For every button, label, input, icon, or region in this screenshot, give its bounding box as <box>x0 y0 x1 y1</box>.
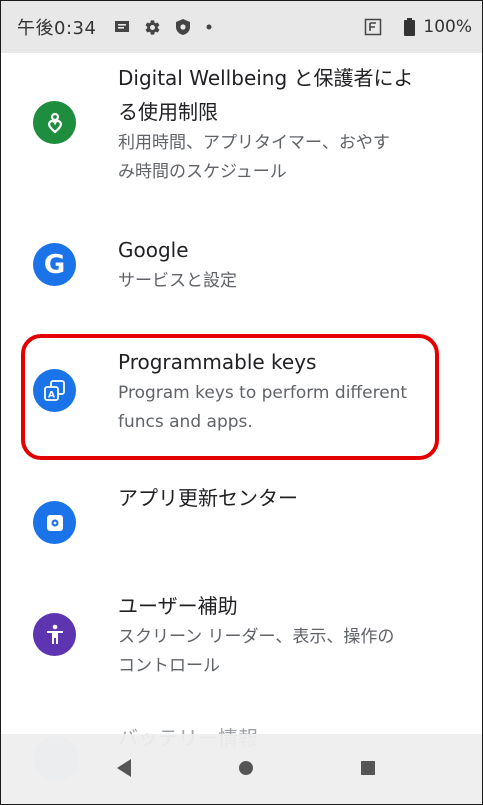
back-icon <box>115 758 133 782</box>
setting-summary: Program keys to perform different <box>118 383 408 403</box>
dot-icon <box>205 23 213 31</box>
setting-title: アプリ更新センター <box>118 486 298 510</box>
setting-title: Digital Wellbeing と保護者によ <box>118 66 414 90</box>
recents-icon <box>360 760 376 780</box>
setting-summary: サービスと設定 <box>118 271 237 291</box>
programmable-keys-icon: A <box>33 369 76 412</box>
wellbeing-icon <box>33 101 76 144</box>
setting-digital-wellbeing[interactable]: Digital Wellbeing と保護者によ る使用制限 利用時間、アプリタ… <box>1 61 482 211</box>
shield-icon <box>175 18 191 36</box>
back-button[interactable] <box>111 757 137 783</box>
navigation-bar <box>1 734 482 804</box>
battery-icon <box>404 18 416 36</box>
recents-button[interactable] <box>355 757 381 783</box>
screen: 午後0:34 100% Digital Wellbeing と保護者によ る使用… <box>0 0 483 805</box>
status-right: 100% <box>350 1 472 53</box>
setting-summary: 利用時間、アプリタイマー、おやす <box>118 133 390 153</box>
home-icon <box>238 760 254 780</box>
setting-accessibility[interactable]: ユーザー補助 スクリーン リーダー、表示、操作の コントロール <box>1 589 482 699</box>
gear-icon <box>144 19 161 36</box>
google-icon: G <box>33 243 76 286</box>
accessibility-icon <box>33 613 76 656</box>
setting-programmable-keys[interactable]: A Programmable keys Program keys to perf… <box>1 345 482 445</box>
svg-text:A: A <box>48 390 55 400</box>
setting-title: Programmable keys <box>118 350 317 374</box>
setting-title-line2: る使用制限 <box>118 100 218 124</box>
setting-summary-line2: funcs and apps. <box>118 412 253 432</box>
setting-title: ユーザー補助 <box>118 594 238 618</box>
setting-title: Google <box>118 238 189 262</box>
app-update-icon <box>33 501 76 544</box>
sim-icon <box>364 18 382 36</box>
status-bar: 午後0:34 100% <box>1 1 482 53</box>
message-icon <box>114 19 130 35</box>
setting-summary-line2: み時間のスケジュール <box>118 162 287 182</box>
home-button[interactable] <box>233 757 259 783</box>
setting-google[interactable]: G Google サービスと設定 <box>1 233 482 303</box>
setting-app-update-center[interactable]: アプリ更新センター <box>1 481 482 551</box>
setting-summary-line2: コントロール <box>118 656 220 676</box>
battery-percent: 100% <box>423 17 472 37</box>
setting-summary: スクリーン リーダー、表示、操作の <box>118 627 395 647</box>
status-time: 午後0:34 <box>17 18 97 39</box>
